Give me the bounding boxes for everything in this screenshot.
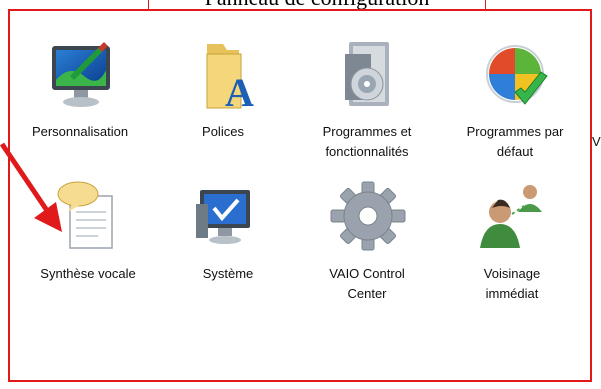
cut-off-item-label: V	[592, 134, 601, 149]
red-arrow-annotation	[0, 142, 62, 232]
item-label: Voisinage immédiat	[483, 266, 541, 301]
item-programmes-fonctionnalites[interactable]: Programmes et fonctionnalités	[297, 36, 437, 162]
window-title-bar: Panneau de configuration	[148, 0, 486, 9]
item-label: Système	[202, 266, 254, 281]
window-title: Panneau de configuration	[149, 0, 485, 9]
item-polices[interactable]: A Polices	[153, 36, 293, 142]
item-systeme[interactable]: Système	[158, 178, 298, 284]
fonts-folder-icon: A	[206, 44, 254, 115]
item-label: Synthèse vocale	[40, 266, 136, 281]
item-programmes-par-defaut[interactable]: Programmes par défaut	[445, 36, 585, 162]
item-label: Programmes et fonctionnalités	[322, 124, 412, 159]
item-label: Programmes par défaut	[466, 124, 564, 159]
personalization-icon	[52, 42, 110, 107]
item-label: VAIO Control Center	[329, 266, 405, 301]
item-personnalisation[interactable]: Personnalisation	[10, 36, 150, 142]
people-near-me-icon	[480, 185, 542, 248]
programs-features-icon	[345, 42, 389, 106]
item-label: Personnalisation	[31, 124, 129, 139]
svg-text:A: A	[225, 70, 254, 115]
item-label: Polices	[202, 124, 244, 139]
default-programs-icon	[486, 45, 548, 105]
gear-icon	[330, 181, 406, 251]
system-icon	[196, 190, 250, 244]
item-vaio-control-center[interactable]: VAIO Control Center	[297, 178, 437, 304]
item-voisinage-immediat[interactable]: Voisinage immédiat	[442, 178, 582, 304]
